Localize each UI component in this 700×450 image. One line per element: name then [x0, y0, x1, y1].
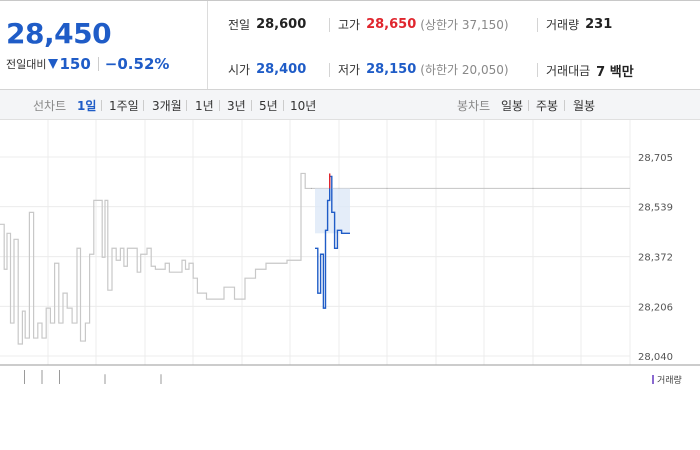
period-1y-tab[interactable]: 1년	[195, 97, 214, 114]
open-value: 28,400	[256, 62, 307, 77]
down-triangle-icon	[48, 59, 59, 69]
period-10y-tab[interactable]: 10년	[290, 97, 316, 114]
divider	[101, 100, 102, 111]
period-3m-tab[interactable]: 3개월	[152, 97, 182, 114]
price-chart: 28,705 28,539 28,372 28,206 28,040	[0, 120, 700, 384]
y-tick-label: 28,539	[638, 203, 673, 214]
price-change: 전일대비 150 −0.52%	[6, 55, 169, 73]
divider	[528, 100, 529, 111]
trade-amount-label: 거래대금	[546, 64, 591, 78]
series-line-history	[0, 172, 312, 345]
y-tick-label: 28,372	[638, 253, 673, 264]
divider	[329, 18, 330, 32]
high-value: 28,650	[366, 17, 417, 32]
volume-value: 231	[585, 17, 613, 32]
low-label: 저가	[338, 63, 361, 77]
prev-close-value: 28,600	[256, 17, 307, 32]
volume-legend-label: 거래량	[657, 376, 682, 386]
divider	[97, 57, 99, 71]
period-selector: 선차트 1일 1주일 3개월 1년 3년 5년 10년 봉차트 일봉 주봉 월봉	[0, 90, 700, 120]
open-price: 시가 28,400	[228, 61, 306, 78]
lower-limit: (하한가 20,050)	[420, 63, 509, 77]
change-percent: −0.52%	[104, 55, 170, 73]
divider	[564, 100, 565, 111]
upper-limit: (상한가 37,150)	[420, 18, 509, 32]
trade-amount-value: 7 백만	[596, 65, 634, 80]
trade-amount: 거래대금 7 백만	[546, 61, 634, 80]
low-price: 저가 28,150 (하한가 20,050)	[338, 61, 509, 78]
y-tick-label: 28,705	[638, 153, 673, 164]
change-label: 전일대비	[6, 58, 47, 71]
candle-chart-label: 봉차트	[457, 99, 491, 113]
volume-legend: 거래량	[652, 373, 682, 386]
prev-close: 전일 28,600	[228, 16, 306, 33]
divider	[219, 100, 220, 111]
period-5y-tab[interactable]: 5년	[259, 97, 278, 114]
quote-panel: 28,450 전일대비 150 −0.52% 전일 28,600 고가 28,6…	[0, 0, 700, 90]
y-tick-label: 28,040	[638, 352, 673, 363]
line-chart-label: 선차트	[33, 99, 67, 113]
divider	[329, 63, 330, 77]
divider	[283, 100, 284, 111]
candle-weekly-tab[interactable]: 주봉	[536, 97, 558, 114]
period-1w-tab[interactable]: 1주일	[109, 97, 139, 114]
divider	[186, 100, 187, 111]
change-amount: 150	[59, 55, 91, 73]
candle-monthly-tab[interactable]: 월봉	[573, 97, 595, 114]
volume: 거래량 231	[546, 16, 612, 33]
divider	[143, 100, 144, 111]
divider	[537, 18, 538, 32]
low-value: 28,150	[366, 62, 417, 77]
divider	[537, 63, 538, 77]
candle-daily-tab[interactable]: 일봉	[501, 97, 523, 114]
volume-swatch	[652, 375, 654, 384]
high-label: 고가	[338, 18, 361, 32]
divider	[251, 100, 252, 111]
current-price: 28,450	[6, 17, 112, 50]
high-price: 고가 28,650 (상한가 37,150)	[338, 16, 509, 33]
current-price-box: 28,450 전일대비 150 −0.52%	[0, 1, 208, 89]
prev-close-label: 전일	[228, 18, 251, 32]
open-label: 시가	[228, 63, 251, 77]
y-tick-label: 28,206	[638, 302, 673, 313]
period-3y-tab[interactable]: 3년	[227, 97, 246, 114]
period-1d-tab[interactable]: 1일	[77, 97, 96, 114]
volume-label: 거래량	[546, 18, 580, 32]
